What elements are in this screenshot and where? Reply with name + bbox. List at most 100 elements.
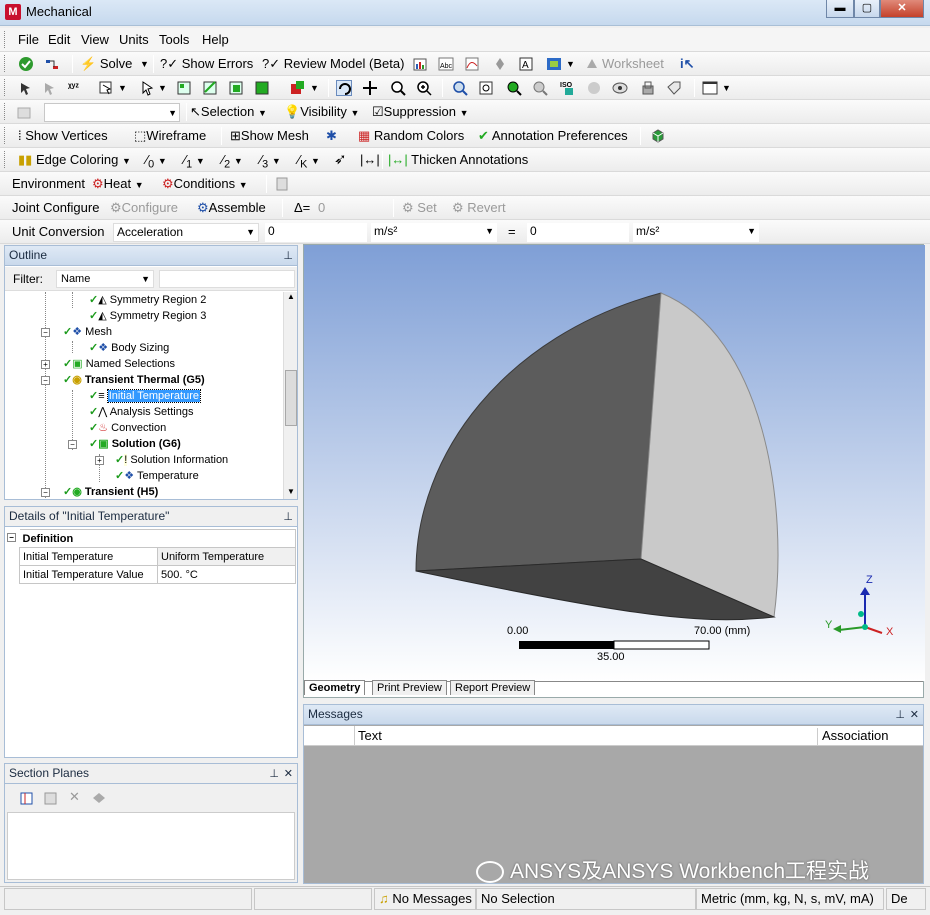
collapse-icon[interactable]: − <box>7 533 16 542</box>
chevron-down-icon[interactable]: ▼ <box>485 223 494 240</box>
tree-item-initial-temperature[interactable]: ✓≡ Initial Temperature <box>89 388 202 404</box>
select-type-dropdown-icon[interactable]: ▼ <box>118 79 127 97</box>
mechanical-app-icon[interactable]: M <box>5 4 21 20</box>
pointer-icon[interactable] <box>140 80 156 96</box>
next-view-icon[interactable] <box>612 80 628 96</box>
pin-icon[interactable]: ⊥ <box>269 765 279 783</box>
menu-units[interactable]: Units <box>119 31 149 49</box>
show-errors-button[interactable]: ?✓ Show Errors <box>160 55 253 73</box>
messages-col-association[interactable]: Association <box>822 728 888 743</box>
unit-in-select[interactable]: m/s² ▼ <box>371 223 497 242</box>
unit-out-select[interactable]: m/s² ▼ <box>633 223 759 242</box>
select-face-icon[interactable] <box>98 80 114 96</box>
extend-dropdown-icon[interactable]: ▼ <box>310 79 319 97</box>
edge-coloring-button[interactable]: ▮▮ Edge Coloring ▼ <box>18 151 131 169</box>
extend-selection-icon[interactable] <box>290 80 306 96</box>
point-select-icon[interactable] <box>42 80 58 96</box>
tree-item-symmetry-region-2[interactable]: ✓◭ Symmetry Region 2 <box>89 292 206 308</box>
zoom-to-fit-icon[interactable] <box>506 80 522 96</box>
messages-col-text[interactable]: Text <box>356 728 818 745</box>
visibility-button[interactable]: 💡Visibility ▼ <box>284 103 359 121</box>
scroll-down-icon[interactable]: ▼ <box>285 487 297 499</box>
vertex-select-icon[interactable] <box>176 80 192 96</box>
random-colors-button[interactable]: ▦ Random Colors <box>358 127 464 145</box>
details-group-definition[interactable]: − Definition <box>7 529 296 548</box>
section-planes-list[interactable] <box>7 812 295 880</box>
pin-icon[interactable]: ⊥ <box>895 706 905 724</box>
body-select-icon[interactable] <box>254 80 270 96</box>
new-section-plane-icon[interactable] <box>19 790 35 806</box>
graphics-viewport[interactable]: 0.00 70.00 (mm) 35.00 Z Y X <box>303 244 925 698</box>
expand-icon[interactable]: + <box>95 456 104 465</box>
menu-view[interactable]: View <box>81 31 109 49</box>
revert-button[interactable]: ⚙ Revert <box>452 199 506 217</box>
thick-edge-icon[interactable]: ➶ <box>334 151 347 169</box>
show-mesh-button[interactable]: ⊞Show Mesh <box>230 127 309 145</box>
tab-report-preview[interactable]: Report Preview <box>450 680 536 695</box>
menu-help[interactable]: Help <box>202 31 229 49</box>
details-row-value[interactable]: 500. °C <box>157 565 296 584</box>
configure-button[interactable]: ⚙Configure <box>110 199 178 217</box>
conditions-button[interactable]: ⚙Conditions ▼ <box>162 175 248 193</box>
check-circle-icon[interactable] <box>18 56 34 72</box>
iso-view-icon[interactable]: ISO <box>560 80 576 96</box>
solve-button[interactable]: ⚡ Solve <box>80 55 132 73</box>
messages-col-icon[interactable] <box>304 726 355 745</box>
tab-geometry[interactable]: Geometry <box>304 680 366 695</box>
pointer-dropdown-icon[interactable]: ▼ <box>158 79 167 97</box>
cube-icon[interactable] <box>650 128 666 144</box>
edge-style-1-icon[interactable]: ⁄1 ▼ <box>184 151 205 171</box>
zoom-icon[interactable] <box>390 80 406 96</box>
tree-item-temperature[interactable]: ✓❖ Temperature <box>115 468 199 484</box>
pan-icon[interactable] <box>362 80 378 96</box>
annotation-preferences-button[interactable]: ✔ Annotation Preferences <box>478 127 628 145</box>
combo-dropdown-icon[interactable]: ▼ <box>168 108 177 118</box>
expand-icon[interactable]: + <box>41 360 50 369</box>
scroll-up-icon[interactable]: ▲ <box>285 292 297 304</box>
box-zoom-icon[interactable] <box>416 80 432 96</box>
chevron-down-icon[interactable]: ▼ <box>141 271 150 287</box>
viewport-layout-icon[interactable] <box>702 80 718 96</box>
commands-icon[interactable] <box>274 176 290 192</box>
tree-item-named-selections[interactable]: ✓▣ Named Selections <box>63 356 175 372</box>
selection-button[interactable]: ↖Selection ▼ <box>190 103 267 121</box>
show-vertices-button[interactable]: ⁞ Show Vertices <box>18 127 108 145</box>
viewport-icon[interactable] <box>546 56 562 72</box>
details-row-value[interactable]: Uniform Temperature <box>157 547 296 566</box>
filter-input[interactable] <box>159 270 295 288</box>
tree-item-body-sizing[interactable]: ✓❖ Body Sizing <box>89 340 169 356</box>
heat-button[interactable]: ⚙Heat ▼ <box>92 175 144 193</box>
assemble-button[interactable]: ⚙Assemble <box>197 199 266 217</box>
wireframe-button[interactable]: ⬚Wireframe <box>134 127 206 145</box>
maximize-button[interactable]: ▢ <box>854 0 880 18</box>
zoom-selection-icon[interactable] <box>478 80 494 96</box>
viewport-dropdown-icon[interactable]: ▼ <box>566 55 575 73</box>
collapse-icon[interactable]: − <box>41 488 50 497</box>
edge-style-k-icon[interactable]: ⁄K ▼ <box>298 151 320 171</box>
tree-item-solution[interactable]: ✓▣ Solution (G6) <box>89 436 181 452</box>
xyz-coordinate-icon[interactable]: ᵡʸᶻ <box>68 79 79 97</box>
chevron-down-icon[interactable]: ▼ <box>246 224 255 241</box>
menu-file[interactable]: File <box>18 31 39 49</box>
suppression-button[interactable]: ☑Suppression ▼ <box>372 103 468 121</box>
tree-item-solution-information[interactable]: ✓! Solution Information <box>115 452 228 468</box>
close-button[interactable]: ✕ <box>880 0 924 18</box>
collapse-icon[interactable]: − <box>41 328 50 337</box>
collapse-icon[interactable]: − <box>41 376 50 385</box>
named-selection-combo[interactable]: ▼ <box>44 103 180 122</box>
axis-triad-icon[interactable]: ✱ <box>326 127 337 145</box>
menu-tools[interactable]: Tools <box>159 31 189 49</box>
status-units[interactable]: Metric (mm, kg, N, s, mV, mA) <box>696 888 884 910</box>
edge-select-icon[interactable] <box>202 80 218 96</box>
set-button[interactable]: ⚙ Set <box>402 199 437 217</box>
status-messages[interactable]: ♫ No Messages <box>374 888 476 910</box>
previous-view-icon[interactable] <box>586 80 602 96</box>
pin-icon[interactable]: ⊥ <box>283 247 293 265</box>
face-select-icon[interactable] <box>228 80 244 96</box>
review-model-button[interactable]: ?✓ Review Model (Beta) <box>262 55 404 73</box>
geometry-canvas[interactable] <box>304 245 925 681</box>
rotate-icon[interactable] <box>336 80 352 96</box>
tree-item-convection[interactable]: ✓♨ Convection <box>89 420 166 436</box>
tree-item-mesh[interactable]: ✓❖ Mesh <box>63 324 112 340</box>
minimize-button[interactable]: ▬ <box>826 0 854 18</box>
